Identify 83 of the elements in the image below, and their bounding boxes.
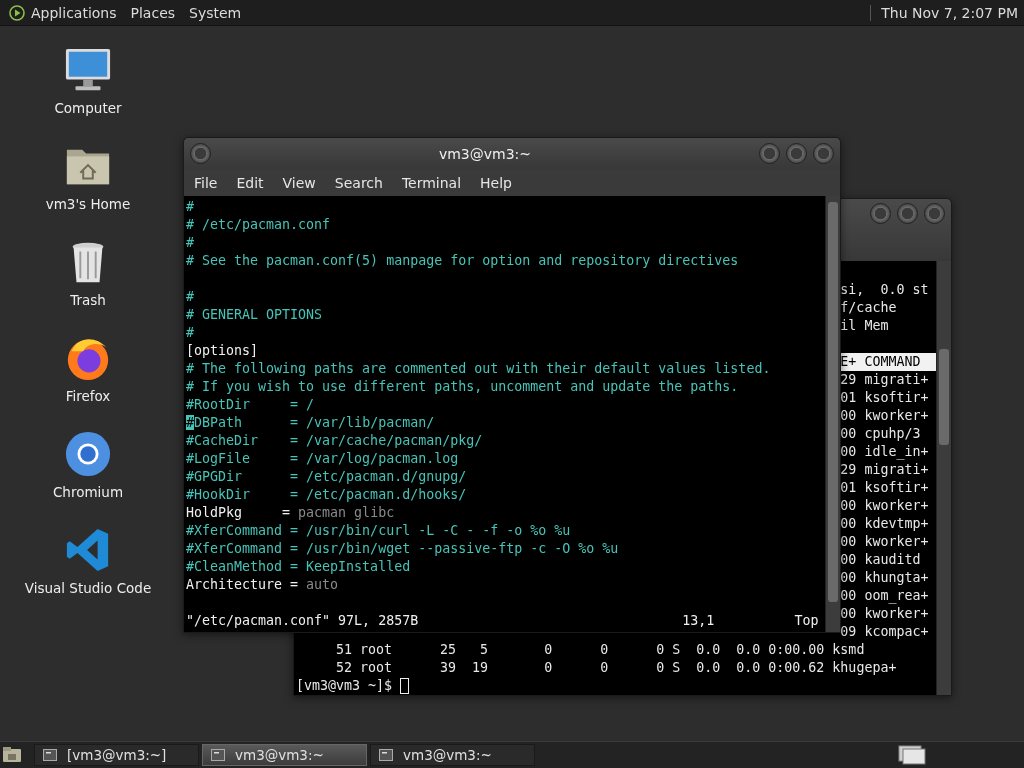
desktop-icon-label[interactable]: Visual Studio Code — [24, 580, 152, 596]
cursor-position: 13,1 — [682, 612, 716, 630]
desktop-icon-label[interactable]: Chromium — [52, 484, 124, 500]
code-line: # — [186, 324, 195, 342]
terminal-line: f/cache — [840, 299, 897, 317]
terminal-line: 00 cpuhp/3 — [840, 425, 921, 443]
desktop-icon-label[interactable]: Firefox — [65, 388, 111, 404]
code-line: # See the pacman.conf(5) manpage for option and repository directives — [186, 252, 740, 270]
column-header: E+ COMMAND — [840, 353, 936, 371]
panel-menu[interactable]: Applications — [31, 4, 117, 21]
code-line: #DBPath = /var/lib/pacman/ — [186, 414, 436, 432]
taskbar-button[interactable]: vm3@vm3:~ — [202, 744, 367, 766]
terminal-icon — [43, 749, 57, 761]
terminal-line: 09 kcompac+ — [840, 623, 929, 641]
clock[interactable]: Thu Nov 7, 2:07 PM — [870, 4, 1018, 21]
terminal-line: 29 migrati+ — [840, 371, 929, 389]
terminal-line: 00 kworker+ — [840, 497, 929, 515]
terminal-line: 00 khungta+ — [840, 569, 929, 587]
terminal-icon — [211, 749, 225, 761]
code-line: # If you wish to use different paths, uncomment and update the paths. — [186, 378, 740, 396]
desktop-icon-label[interactable]: Trash — [70, 292, 106, 308]
process-row-text: 51 root 25 5 0 0 0 S 0.0 0.0 0:00.00 ksmd — [335, 641, 866, 659]
taskbar-button[interactable]: vm3@vm3:~ — [370, 744, 535, 766]
terminal-icon — [379, 749, 393, 761]
code-line: #HookDir = /etc/pacman.d/hooks/ — [186, 486, 468, 504]
code-line: #CacheDir = /var/cache/pacman/pkg/ — [186, 432, 484, 450]
code-line: # /etc/pacman.conf — [186, 216, 332, 234]
scrollbar[interactable] — [936, 261, 951, 695]
code-line: #RootDir = / — [186, 396, 316, 414]
menu-item[interactable]: View — [282, 174, 316, 191]
desktop-icon-label[interactable]: Computer — [54, 100, 122, 116]
terminal-line: il Mem — [840, 317, 889, 335]
minimize-button[interactable] — [759, 143, 780, 164]
menu-item[interactable]: File — [194, 174, 218, 191]
terminal-line: 00 kworker+ — [840, 407, 929, 425]
code-line: # — [186, 288, 195, 306]
terminal-line: 00 kdevtmp+ — [840, 515, 929, 533]
ring-icon[interactable] — [64, 430, 112, 478]
terminal-line: 00 kworker+ — [840, 605, 929, 623]
window-title: vm3@vm3:~ — [437, 145, 533, 162]
minimize-button[interactable] — [870, 203, 891, 224]
terminal-line: 00 oom_rea+ — [840, 587, 929, 605]
code-line: # — [186, 198, 195, 216]
workspace-switcher-icon[interactable] — [898, 745, 926, 765]
terminal-line: 00 kworker+ — [840, 533, 929, 551]
code-line: Architecture = auto — [186, 576, 340, 594]
code-line: #CleanMethod = KeepInstalled — [186, 558, 412, 576]
taskbar-button[interactable]: [vm3@vm3:~] — [34, 744, 199, 766]
maximize-button[interactable] — [786, 143, 807, 164]
scrollbar[interactable] — [825, 196, 840, 632]
code-line: #XferCommand = /usr/bin/curl -L -C - -f -o %o %u — [186, 522, 572, 540]
close-button[interactable] — [813, 143, 834, 164]
desktop-icon-label[interactable]: vm3's Home — [45, 196, 131, 212]
code-line: # The following paths are commented out with their default values listed. — [186, 360, 772, 378]
code-line: HoldPkg = pacman glibc — [186, 504, 396, 522]
terminal-line: 01 ksoftir+ — [840, 389, 929, 407]
code-line: # GENERAL OPTIONS — [186, 306, 324, 324]
maximize-button[interactable] — [897, 203, 918, 224]
code-line: #XferCommand = /usr/bin/wget --passive-ftp -c -O %o %u — [186, 540, 620, 558]
process-row-text: 52 root 39 19 0 0 0 S 0.0 0.0 0:00.62 khugepa+ — [335, 659, 898, 677]
panel-menu[interactable]: Places — [130, 4, 176, 21]
menu-item[interactable]: Terminal — [401, 174, 462, 191]
terminal-line: 00 idle_in+ — [840, 443, 929, 461]
play-logo-icon[interactable] — [9, 4, 25, 21]
terminal-line: si, 0.0 st — [840, 281, 929, 299]
window-menu-button[interactable] — [190, 143, 211, 164]
code-line: #LogFile = /var/log/pacman.log — [186, 450, 460, 468]
cursor-icon — [400, 678, 410, 694]
terminal-line: 29 migrati+ — [840, 461, 929, 479]
close-button[interactable] — [924, 203, 945, 224]
terminal-line: 00 kauditd — [840, 551, 921, 569]
scroll-position: Top — [794, 612, 819, 630]
show-desktop-icon[interactable] — [2, 746, 22, 764]
code-line: #GPGDir = /etc/pacman.d/gnupg/ — [186, 468, 468, 486]
menu-item[interactable]: Search — [334, 174, 383, 191]
code-line: # — [186, 234, 195, 252]
menu-item[interactable]: Help — [480, 174, 512, 191]
menu-item[interactable]: Edit — [236, 174, 264, 191]
status-message: "/etc/pacman.conf" 97L, 2857B — [186, 612, 420, 630]
shell-prompt: [vm3@vm3 ~]$ — [296, 677, 393, 695]
panel-menu[interactable]: System — [189, 4, 242, 21]
terminal-line: 01 ksoftir+ — [840, 479, 929, 497]
code-line: [options] — [186, 342, 260, 360]
